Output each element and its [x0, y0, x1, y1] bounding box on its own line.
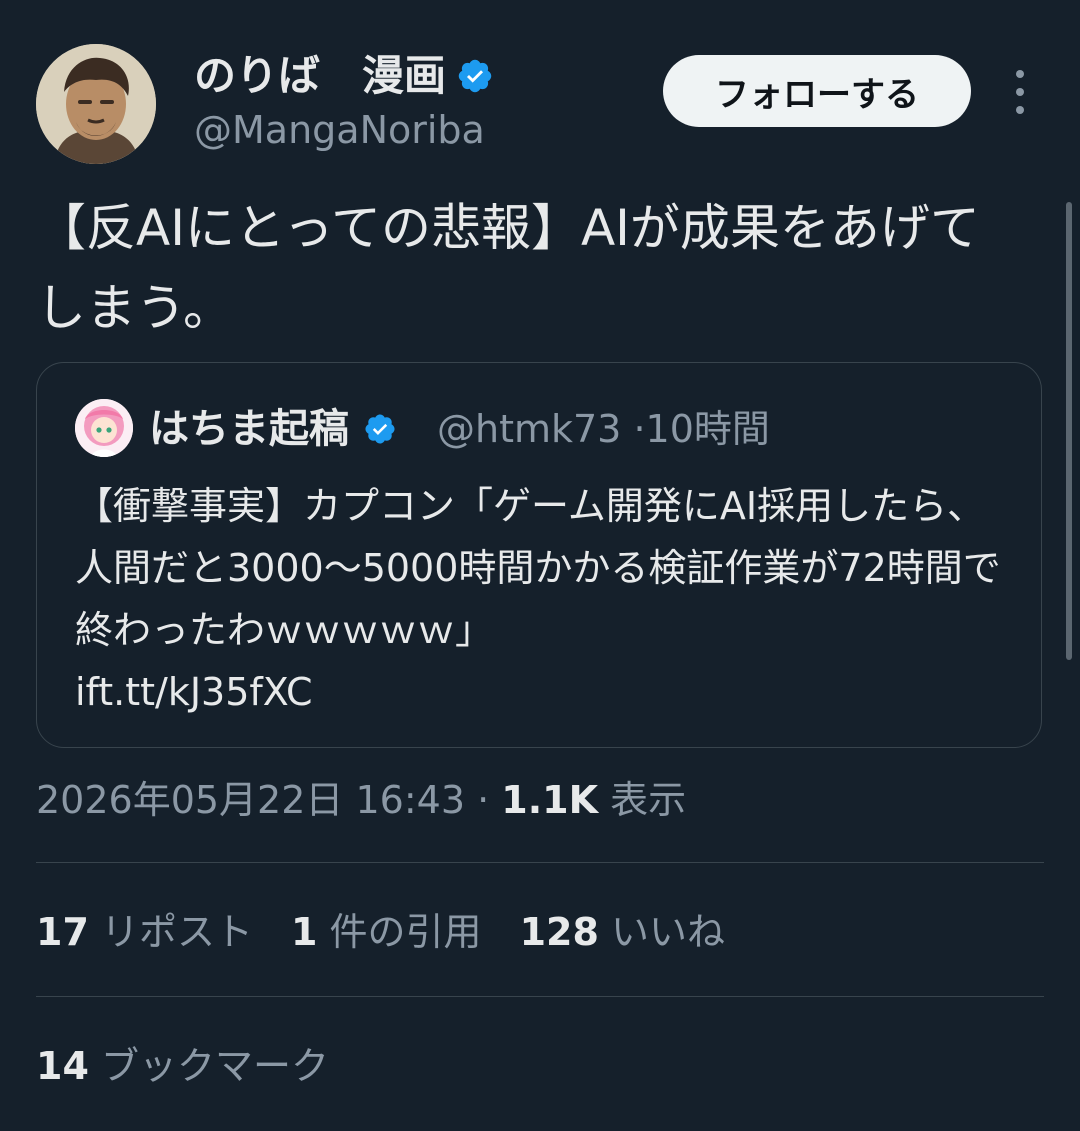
views-label: 表示 [610, 778, 687, 822]
author-handle[interactable]: @MangaNoriba [194, 108, 485, 152]
quotes-label: 件の引用 [329, 910, 482, 954]
more-dot [1016, 88, 1024, 96]
quoted-tweet-text: 【衝撃事実】カプコン「ゲーム開発にAI採用したら、人間だと3000〜5000時間… [75, 475, 1015, 723]
tweet-detail-page: のりば 漫画 @MangaNoriba フォローする 【反AIにとっての悲報】A… [0, 0, 1080, 1131]
tweet-timestamp[interactable]: 2026年05月22日 16:43 [36, 778, 465, 822]
reposts-stat[interactable]: 17 リポスト [36, 906, 253, 958]
quotes-count: 1 [291, 910, 318, 954]
more-dot [1016, 106, 1024, 114]
tweet-text: 【反AIにとっての悲報】AIが成果をあげてしまう。 [36, 199, 980, 337]
quoted-tweet-link[interactable]: ift.tt/kJ35fXC [75, 670, 313, 714]
author-display-name[interactable]: のりば 漫画 [194, 52, 494, 100]
meta-separator: · [633, 407, 646, 451]
scrollbar[interactable] [1066, 202, 1072, 660]
reposts-label: リポスト [100, 910, 253, 954]
verified-badge-icon [458, 59, 492, 93]
bookmarks-count: 14 [36, 1044, 89, 1088]
tweet-timestamp-row: 2026年05月22日 16:43 · 1.1K 表示 [36, 774, 686, 826]
reposts-count: 17 [36, 910, 89, 954]
bookmarks-label: ブックマーク [100, 1044, 329, 1088]
quoted-tweet-card[interactable]: はちま起稿 @htmk73 ·10時間 【衝撃事実】カプコン「ゲーム開発にAI採… [36, 362, 1042, 748]
more-options-icon[interactable] [1004, 70, 1036, 114]
quoted-author-avatar[interactable] [75, 399, 133, 457]
quotes-stat[interactable]: 1 件の引用 [291, 906, 482, 958]
follow-button[interactable]: フォローする [663, 55, 971, 127]
avatar-illustration-icon [36, 44, 156, 164]
engagement-stats: 17 リポスト 1 件の引用 128 いいね [36, 906, 763, 958]
quoted-author-name-text: はちま起稿 [149, 406, 349, 452]
author-avatar[interactable] [36, 44, 156, 164]
quoted-tweet-body: 【衝撃事実】カプコン「ゲーム開発にAI採用したら、人間だと3000〜5000時間… [75, 484, 1001, 652]
quoted-verified-badge-icon [365, 414, 395, 444]
quoted-avatar-illustration-icon [75, 399, 133, 457]
quoted-author-handle[interactable]: @htmk73 [437, 407, 621, 451]
likes-label: いいね [610, 910, 725, 954]
author-display-name-text: のりば 漫画 [194, 51, 447, 100]
meta-separator: · [477, 778, 490, 822]
views-count: 1.1K [501, 778, 599, 822]
quoted-tweet-meta: @htmk73 ·10時間 [437, 405, 770, 453]
bookmarks-stat[interactable]: 14 ブックマーク [36, 1040, 329, 1092]
divider [36, 996, 1044, 997]
more-dot [1016, 70, 1024, 78]
likes-stat[interactable]: 128 いいね [520, 906, 725, 958]
quoted-tweet-time[interactable]: 10時間 [646, 407, 770, 451]
divider [36, 862, 1044, 863]
likes-count: 128 [519, 910, 599, 954]
quoted-author-name[interactable]: はちま起稿 [149, 405, 397, 453]
